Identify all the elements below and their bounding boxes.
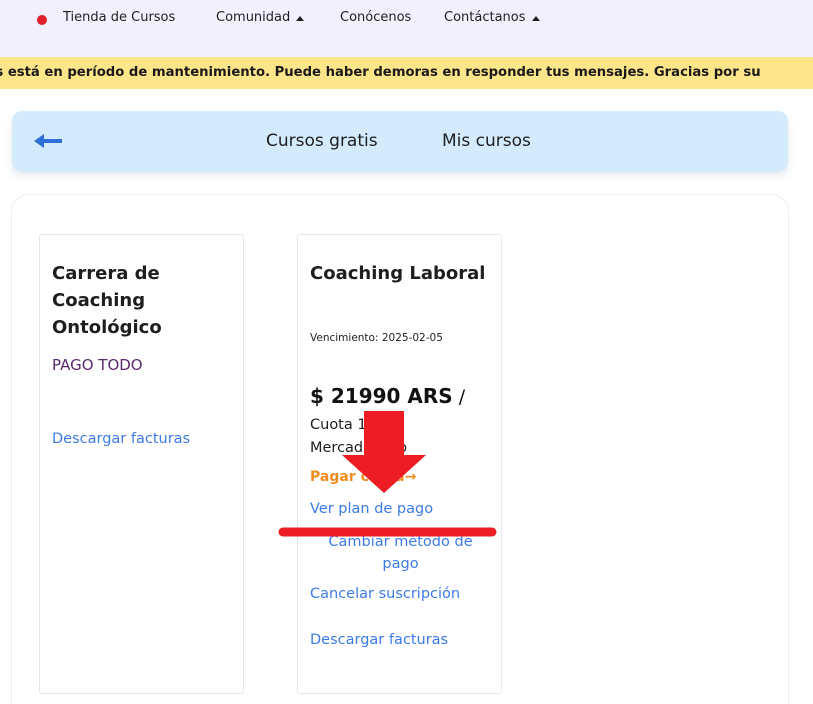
pay-installment-label: Pagar cuota [310, 469, 405, 485]
nav-about-link[interactable]: Conócenos [340, 10, 411, 25]
tab-free-courses[interactable]: Cursos gratis [266, 131, 378, 151]
arrow-right-icon: → [404, 469, 417, 485]
course-tab-bar: Cursos gratis Mis cursos [12, 111, 788, 172]
nav-community-menu[interactable]: Comunidad [216, 10, 305, 25]
maintenance-banner: us está en período de mantenimiento. Pue… [0, 57, 813, 89]
nav-store-link[interactable]: Tienda de Cursos [63, 10, 175, 25]
caret-up-icon [531, 15, 540, 21]
installment-price: $ 21990 ARS / [310, 384, 465, 408]
course-title-line: Ontológico [52, 317, 162, 338]
view-payment-plan-link[interactable]: Ver plan de pago [310, 501, 433, 517]
change-method-line: pago [382, 556, 419, 572]
course-title-line: Coaching [52, 290, 146, 311]
download-invoices-link[interactable]: Descargar facturas [310, 632, 448, 648]
payment-status: PAGO TODO [52, 356, 143, 374]
download-invoices-link[interactable]: Descargar facturas [52, 431, 190, 447]
payment-method: MercadoPago [310, 440, 408, 456]
price-amount: $ 21990 ARS [310, 384, 453, 408]
pay-installment-link[interactable]: Pagar cuota→ [310, 469, 416, 485]
cancel-subscription-link[interactable]: Cancelar suscripción [310, 586, 460, 602]
price-suffix: / [458, 386, 466, 408]
arrow-left-icon[interactable] [34, 131, 64, 151]
top-nav: Tienda de Cursos Comunidad Conócenos Con… [0, 0, 813, 57]
caret-up-icon [296, 15, 305, 21]
change-method-line: Cambiar método de [328, 534, 473, 550]
nav-contact-menu[interactable]: Contáctanos [444, 10, 540, 25]
course-card: Coaching Laboral Vencimiento: 2025-02-05… [297, 234, 502, 694]
course-title: Coaching Laboral [310, 263, 486, 284]
nav-about-label: Conócenos [340, 10, 412, 25]
course-card: Carrera de Coaching Ontológico PAGO TODO… [39, 234, 244, 694]
installment-number: Cuota 1 [310, 417, 367, 433]
nav-contact-label: Contáctanos [444, 10, 526, 25]
expiry-date: Vencimiento: 2025-02-05 [310, 332, 443, 344]
course-title-line: Carrera de [52, 263, 160, 284]
nav-community-label: Comunidad [216, 10, 291, 25]
change-payment-method-link[interactable]: Cambiar método de pago [298, 531, 503, 575]
nav-store-label: Tienda de Cursos [63, 10, 176, 25]
tab-my-courses[interactable]: Mis cursos [442, 131, 531, 151]
maintenance-banner-text: us está en período de mantenimiento. Pue… [0, 65, 761, 80]
red-dot-icon [37, 15, 47, 25]
